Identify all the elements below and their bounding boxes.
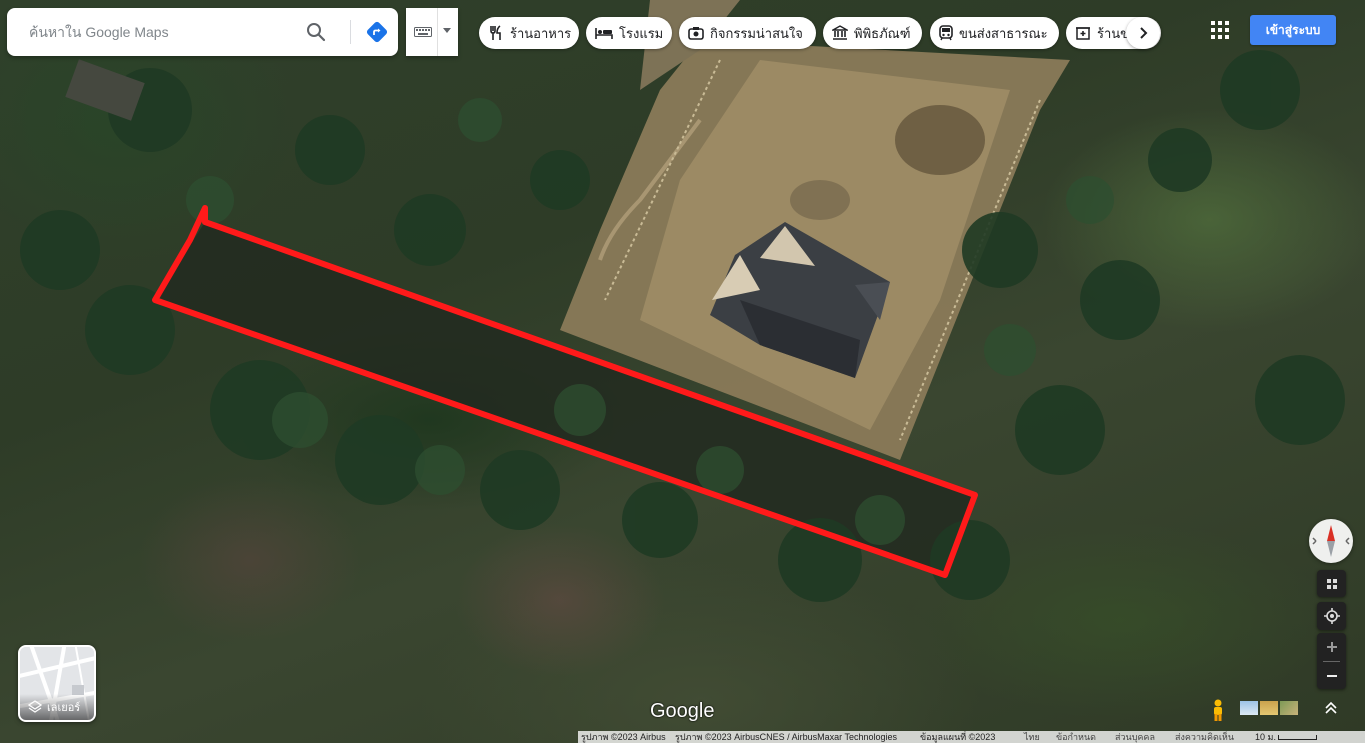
imagery-credit-2: รูปภาพ ©2023 AirbusCNES / AirbusMaxar Te… bbox=[675, 732, 898, 742]
grid-view-icon bbox=[1326, 578, 1337, 589]
chip-transit[interactable]: ขนส่งสาธารณะ bbox=[930, 17, 1059, 49]
search-box[interactable]: ค้นหาใน Google Maps bbox=[7, 8, 398, 56]
transit-icon bbox=[939, 25, 953, 41]
chip-label: กิจกรรมน่าสนใจ bbox=[710, 26, 803, 42]
chip-label: ขนส่งสาธารณะ bbox=[959, 26, 1048, 42]
zoom-control bbox=[1317, 633, 1346, 689]
tilt-view-button[interactable] bbox=[1317, 570, 1346, 597]
pegman-icon bbox=[1214, 699, 1222, 721]
search-icon bbox=[307, 23, 326, 42]
expand-button[interactable] bbox=[1323, 700, 1339, 716]
search-input[interactable]: ค้นหาใน Google Maps bbox=[29, 8, 169, 56]
chip-label: พิพิธภัณฑ์ bbox=[854, 26, 911, 42]
my-location-button[interactable] bbox=[1317, 602, 1346, 630]
layers-label: เลเยอร์ bbox=[20, 694, 94, 720]
thumb-terrain[interactable] bbox=[1260, 701, 1278, 715]
search-button[interactable] bbox=[304, 20, 328, 44]
compass-button[interactable] bbox=[1309, 519, 1353, 563]
input-tools-button[interactable] bbox=[406, 8, 458, 56]
google-apps-button[interactable] bbox=[1210, 20, 1230, 40]
chip-hotels[interactable]: โรงแรม bbox=[586, 17, 672, 49]
imagery-thumbnails[interactable] bbox=[1240, 701, 1298, 715]
zoom-in-button[interactable] bbox=[1317, 633, 1346, 660]
privacy-link[interactable]: ส่วนบุคคล bbox=[1115, 731, 1155, 743]
google-logo: Google bbox=[650, 700, 715, 722]
dropdown-arrow-icon[interactable] bbox=[443, 28, 451, 34]
pharmacy-icon bbox=[1076, 27, 1090, 40]
directions-button[interactable] bbox=[365, 20, 389, 44]
chips-next-button[interactable] bbox=[1126, 17, 1160, 49]
apps-grid-icon bbox=[1211, 21, 1229, 39]
chip-label: โรงแรม bbox=[619, 26, 664, 42]
chevron-right-icon bbox=[1140, 27, 1148, 39]
thumb-satellite[interactable] bbox=[1280, 701, 1298, 715]
chip-museums[interactable]: พิพิธภัณฑ์ bbox=[823, 17, 922, 49]
terms-link[interactable]: ข้อกำหนด bbox=[1056, 731, 1096, 743]
chip-things-to-do[interactable]: กิจกรรมน่าสนใจ bbox=[679, 17, 816, 49]
street-view-pegman[interactable] bbox=[1208, 698, 1228, 722]
minus-icon bbox=[1326, 674, 1337, 677]
chip-label: ร้านอาหาร bbox=[510, 26, 572, 42]
layers-text: เลเยอร์ bbox=[47, 701, 81, 714]
scale-label[interactable]: 10 ม. bbox=[1255, 731, 1276, 743]
search-divider bbox=[350, 20, 351, 44]
scale-bar bbox=[1278, 735, 1317, 740]
signin-button[interactable]: เข้าสู่ระบบ bbox=[1250, 15, 1336, 45]
my-location-icon bbox=[1323, 608, 1340, 624]
feedback-link[interactable]: ส่งความคิดเห็น bbox=[1175, 731, 1234, 743]
map-data-credit: ข้อมูลแผนที่ ©2023 bbox=[920, 732, 996, 742]
satellite-map[interactable] bbox=[0, 0, 1365, 743]
category-chips: ร้านอาหาร โรงแรม กิจกรรมน่าสนใจ พิพิธภัณ… bbox=[479, 17, 1161, 49]
imagery-credit: รูปภาพ ©2023 Airbus bbox=[581, 732, 666, 742]
layers-icon bbox=[28, 700, 42, 713]
map-terrain bbox=[20, 0, 1345, 602]
thumb-globe[interactable] bbox=[1240, 701, 1258, 715]
plus-icon bbox=[1326, 641, 1337, 652]
zoom-out-button[interactable] bbox=[1317, 662, 1346, 689]
language-link[interactable]: ไทย bbox=[1024, 731, 1040, 743]
chevron-up-icon bbox=[1325, 701, 1337, 714]
museum-icon bbox=[832, 25, 848, 40]
directions-icon bbox=[366, 21, 388, 43]
footer-bar: รูปภาพ ©2023 Airbus รูปภาพ ©2023 AirbusC… bbox=[578, 731, 1365, 743]
keyboard-icon bbox=[414, 27, 432, 37]
compass-icon bbox=[1312, 525, 1350, 557]
chip-restaurants[interactable]: ร้านอาหาร bbox=[479, 17, 579, 49]
input-tools-divider bbox=[437, 8, 438, 56]
restaurant-icon bbox=[490, 25, 501, 40]
camera-icon bbox=[688, 27, 704, 40]
hotel-icon bbox=[595, 28, 613, 39]
layers-button[interactable]: เลเยอร์ bbox=[18, 645, 96, 722]
